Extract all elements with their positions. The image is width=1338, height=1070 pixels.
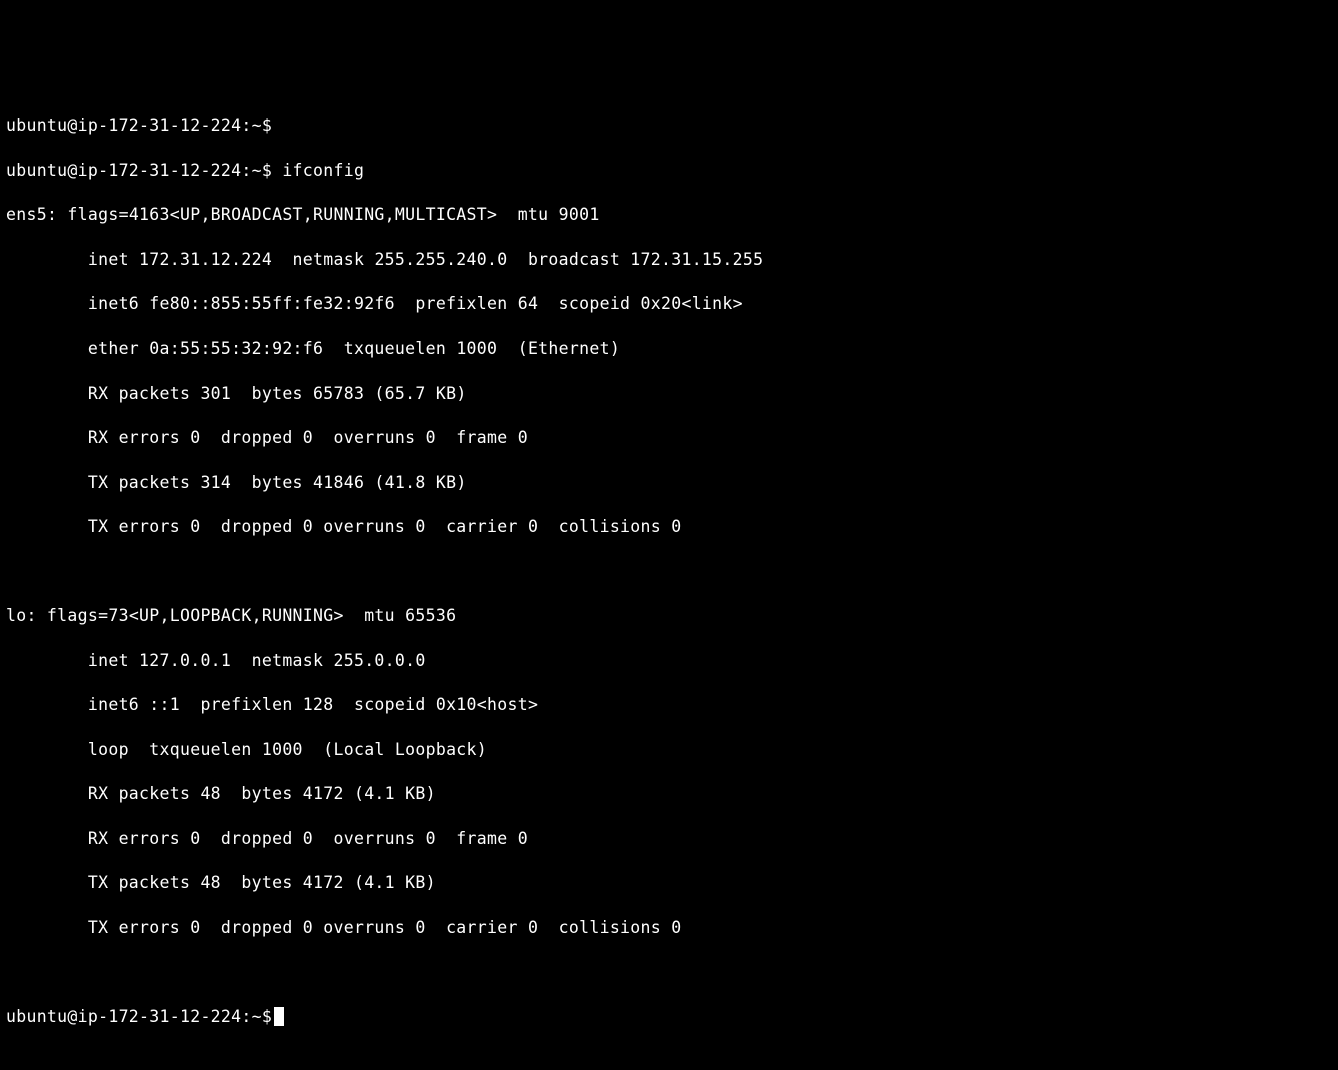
command-text: ifconfig xyxy=(282,161,364,180)
blank-line xyxy=(6,961,1332,983)
blank-line xyxy=(6,561,1332,583)
prompt-line-command: ubuntu@ip-172-31-12-224:~$ ifconfig xyxy=(6,160,1332,182)
lo-inet: inet 127.0.0.1 netmask 255.0.0.0 xyxy=(6,650,1332,672)
ens5-rx-packets: RX packets 301 bytes 65783 (65.7 KB) xyxy=(6,383,1332,405)
terminal-output[interactable]: ubuntu@ip-172-31-12-224:~$ ubuntu@ip-172… xyxy=(6,93,1332,1050)
lo-inet6: inet6 ::1 prefixlen 128 scopeid 0x10<hos… xyxy=(6,694,1332,716)
lo-loop: loop txqueuelen 1000 (Local Loopback) xyxy=(6,739,1332,761)
ens5-tx-packets: TX packets 314 bytes 41846 (41.8 KB) xyxy=(6,472,1332,494)
ens5-inet: inet 172.31.12.224 netmask 255.255.240.0… xyxy=(6,249,1332,271)
prompt-line-active[interactable]: ubuntu@ip-172-31-12-224:~$ xyxy=(6,1006,1332,1028)
ens5-header: ens5: flags=4163<UP,BROADCAST,RUNNING,MU… xyxy=(6,204,1332,226)
cursor-icon xyxy=(274,1007,284,1026)
lo-rx-packets: RX packets 48 bytes 4172 (4.1 KB) xyxy=(6,783,1332,805)
lo-header: lo: flags=73<UP,LOOPBACK,RUNNING> mtu 65… xyxy=(6,605,1332,627)
ens5-tx-errors: TX errors 0 dropped 0 overruns 0 carrier… xyxy=(6,516,1332,538)
ens5-inet6: inet6 fe80::855:55ff:fe32:92f6 prefixlen… xyxy=(6,293,1332,315)
ens5-ether: ether 0a:55:55:32:92:f6 txqueuelen 1000 … xyxy=(6,338,1332,360)
lo-tx-packets: TX packets 48 bytes 4172 (4.1 KB) xyxy=(6,872,1332,894)
prompt-line-empty: ubuntu@ip-172-31-12-224:~$ xyxy=(6,115,1332,137)
ens5-rx-errors: RX errors 0 dropped 0 overruns 0 frame 0 xyxy=(6,427,1332,449)
lo-rx-errors: RX errors 0 dropped 0 overruns 0 frame 0 xyxy=(6,828,1332,850)
lo-tx-errors: TX errors 0 dropped 0 overruns 0 carrier… xyxy=(6,917,1332,939)
